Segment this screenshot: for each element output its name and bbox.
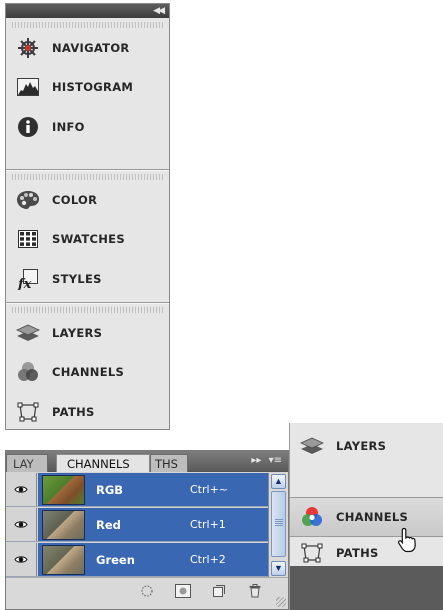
eye-icon: [14, 516, 28, 534]
dock-empty-area: [290, 566, 443, 610]
channel-name: RGB: [96, 482, 124, 497]
collapsed-panel-dock: ◀◀ NAVIGATOR HISTOGRAM INFO COLOR SWATCH…: [5, 3, 170, 430]
svg-text:fx: fx: [17, 277, 32, 290]
panel-resize-grip[interactable]: [276, 597, 286, 607]
dock-item-channels[interactable]: CHANNELS: [6, 353, 169, 393]
dock-item-label: PATHS: [52, 404, 95, 419]
visibility-toggle[interactable]: [6, 508, 37, 541]
dock-item-label: PATHS: [336, 546, 379, 560]
mouse-cursor: [397, 527, 419, 558]
load-channel-selection-button[interactable]: [134, 585, 160, 603]
channel-row-green[interactable]: Green Ctrl+2: [6, 543, 268, 577]
channel-thumbnail: [42, 544, 85, 575]
collapsed-panel-dock-2: LAYERS CHANNELS PATHS: [289, 423, 443, 610]
info-icon: [16, 116, 40, 138]
scroll-up-button[interactable]: ▲: [271, 474, 286, 489]
channel-row-selection: Green Ctrl+2: [38, 543, 268, 576]
channels-panel: LAY CHANNELS THS ▸▸ ▾≡ RGB Ctrl+~ Red Ct…: [5, 450, 289, 610]
histogram-icon: [16, 76, 40, 98]
dock-group-3: LAYERS CHANNELS PATHS: [6, 302, 169, 433]
eye-icon: [14, 481, 28, 499]
channels-icon: [300, 506, 324, 528]
dock-item-label: STYLES: [52, 271, 102, 286]
tab-channels[interactable]: CHANNELS: [56, 454, 150, 472]
channel-row-red[interactable]: Red Ctrl+1: [6, 508, 268, 542]
dock-group-2: COLOR SWATCHES fx STYLES: [6, 169, 169, 302]
channel-shortcut: Ctrl+~: [190, 483, 229, 496]
dock-item-navigator[interactable]: NAVIGATOR: [6, 28, 169, 68]
visibility-toggle[interactable]: [6, 543, 37, 576]
dock-item-info[interactable]: INFO: [6, 107, 169, 147]
channel-row-selection: Red Ctrl+1: [38, 508, 268, 541]
dock-item-label: LAYERS: [52, 325, 103, 340]
color-palette-icon: [16, 189, 40, 211]
channel-mask-icon: [175, 584, 191, 603]
tab-controls: ▸▸ ▾≡: [247, 455, 282, 466]
scroll-down-button[interactable]: ▼: [271, 561, 286, 576]
channel-row-selection: RGB Ctrl+~: [38, 473, 268, 506]
group-grip[interactable]: [12, 174, 163, 180]
expand-dock-button[interactable]: ◀◀: [153, 5, 165, 17]
visibility-toggle[interactable]: [6, 473, 37, 506]
dock-header[interactable]: ◀◀: [6, 4, 169, 18]
dock-item-color[interactable]: COLOR: [6, 180, 169, 220]
panel-tab-bar[interactable]: LAY CHANNELS THS ▸▸ ▾≡: [6, 451, 288, 472]
new-page-icon: [212, 584, 226, 603]
channel-shortcut: Ctrl+1: [190, 518, 226, 531]
dock-item-label: LAYERS: [336, 439, 387, 453]
trash-icon: [249, 584, 261, 603]
group-grip[interactable]: [12, 22, 163, 28]
navigator-icon: [16, 37, 40, 59]
hand-pointer-icon: [397, 527, 416, 553]
swatches-icon: [16, 228, 40, 250]
dock-item-histogram[interactable]: HISTOGRAM: [6, 68, 169, 108]
scrollbar-thumb[interactable]: [271, 491, 286, 557]
dock-item-channels[interactable]: CHANNELS: [290, 497, 443, 537]
dock-item-layers[interactable]: LAYERS: [290, 426, 443, 466]
delete-channel-button[interactable]: [242, 584, 268, 603]
dock-item-swatches[interactable]: SWATCHES: [6, 220, 169, 260]
dock-item-label: NAVIGATOR: [52, 40, 130, 55]
channel-name: Red: [96, 517, 121, 532]
layers-icon: [300, 435, 324, 457]
eye-icon: [14, 551, 28, 569]
dock-group-1: NAVIGATOR HISTOGRAM INFO: [6, 22, 169, 169]
group-grip[interactable]: [12, 307, 163, 313]
dock-item-paths[interactable]: PATHS: [6, 392, 169, 432]
panel-menu-button[interactable]: ▾≡: [269, 455, 282, 466]
channel-thumbnail: [42, 474, 85, 505]
styles-fx-icon: fx: [16, 268, 40, 290]
layers-icon: [16, 322, 40, 344]
dock-item-label: HISTOGRAM: [52, 80, 134, 95]
dock-item-label: CHANNELS: [336, 510, 409, 524]
save-selection-as-channel-button[interactable]: [170, 584, 196, 603]
tab-layers[interactable]: LAY: [6, 454, 48, 472]
dock-item-label: INFO: [52, 119, 85, 134]
paths-icon: [16, 401, 40, 423]
new-channel-button[interactable]: [206, 585, 232, 603]
tab-paths[interactable]: THS: [150, 454, 188, 472]
channel-thumbnail: [42, 509, 85, 540]
panel-footer: [6, 577, 288, 609]
dock-item-layers[interactable]: LAYERS: [6, 313, 169, 353]
dock-item-label: SWATCHES: [52, 232, 125, 247]
channels-icon: [16, 361, 40, 383]
dock-item-styles[interactable]: fx STYLES: [6, 259, 169, 299]
channel-shortcut: Ctrl+2: [190, 553, 226, 566]
dock-item-label: CHANNELS: [52, 365, 125, 380]
channels-scrollbar[interactable]: ▲ ▼: [268, 473, 288, 577]
channel-name: Green: [96, 552, 135, 567]
dotted-circle-icon: [140, 584, 154, 603]
collapse-panel-button[interactable]: ▸▸: [251, 455, 261, 466]
channel-row-rgb[interactable]: RGB Ctrl+~: [6, 473, 268, 507]
dock-item-label: COLOR: [52, 192, 98, 207]
paths-icon: [300, 542, 324, 564]
